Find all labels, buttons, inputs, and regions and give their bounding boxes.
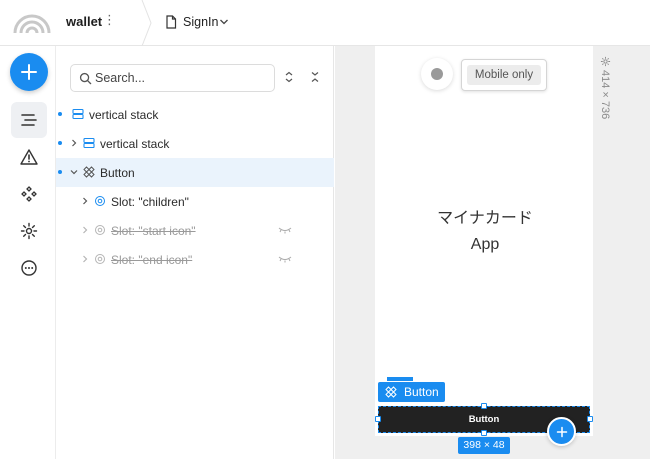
slot-icon — [95, 225, 105, 235]
app-title-line2: App — [470, 236, 500, 253]
components-tab[interactable] — [11, 176, 47, 212]
chevron-down-icon[interactable] — [219, 17, 229, 27]
gear-icon — [20, 222, 38, 240]
layers-icon — [21, 114, 37, 126]
stack-icon — [83, 137, 95, 149]
component-icon — [83, 166, 95, 178]
tree-row-label: vertical stack — [100, 137, 170, 151]
gear-icon — [600, 56, 611, 67]
mobile-only-label: Mobile only — [467, 65, 541, 85]
mobile-only-badge[interactable]: Mobile only — [461, 59, 547, 91]
insert-after-button[interactable] — [547, 417, 576, 446]
more-icon — [21, 260, 37, 276]
chevron-right-icon[interactable] — [81, 197, 89, 205]
warnings-tab[interactable] — [11, 139, 47, 175]
selection-drag-bar[interactable] — [387, 377, 413, 381]
selection-tag-label: Button — [404, 385, 439, 399]
plus-icon — [556, 426, 568, 438]
modified-dot — [58, 141, 62, 145]
device-size-indicator[interactable]: 414 × 736 — [599, 56, 615, 146]
layers-panel: vertical stack vertical stack Button — [56, 46, 334, 459]
tree-row[interactable]: Slot: "start icon" — [56, 216, 334, 245]
top-bar: wallet ⋮ SignIn — [0, 0, 650, 46]
design-canvas[interactable]: Mobile only マイナカード App 414 × 736 Button … — [335, 46, 650, 459]
layers-tab[interactable] — [11, 102, 47, 138]
avatar-placeholder[interactable] — [421, 58, 453, 90]
resize-handle-right[interactable] — [587, 416, 593, 422]
modified-dot — [58, 170, 62, 174]
tree-row[interactable]: Slot: "end icon" — [56, 245, 334, 274]
chevron-down-icon[interactable] — [70, 168, 78, 176]
device-size-label: 414 × 736 — [599, 70, 611, 120]
project-menu-icon[interactable]: ⋮ — [103, 12, 116, 28]
tree-row[interactable]: vertical stack — [56, 129, 334, 158]
chevron-right-icon[interactable] — [81, 255, 89, 263]
plus-icon — [21, 64, 37, 80]
left-rail — [0, 46, 56, 459]
app-logo[interactable] — [12, 7, 52, 37]
chevron-right-icon[interactable] — [70, 139, 78, 147]
page-selector[interactable]: SignIn — [183, 15, 218, 29]
modified-dot — [58, 112, 62, 116]
stack-icon — [72, 108, 84, 120]
slot-icon — [95, 254, 105, 264]
resize-handle-bottom[interactable] — [481, 430, 487, 436]
search-icon — [79, 72, 92, 85]
tree-row-selected[interactable]: Button — [56, 158, 334, 187]
search-input[interactable] — [95, 69, 265, 87]
warning-icon — [20, 149, 38, 165]
eye-closed-icon[interactable] — [278, 226, 292, 234]
component-icon — [385, 386, 397, 398]
tree-row[interactable]: vertical stack — [56, 100, 334, 129]
more-tab[interactable] — [11, 250, 47, 286]
breadcrumb-separator — [141, 0, 152, 46]
chevron-right-icon[interactable] — [81, 226, 89, 234]
project-name[interactable]: wallet — [66, 14, 102, 29]
eye-closed-icon[interactable] — [278, 255, 292, 263]
resize-handle-left[interactable] — [375, 416, 381, 422]
resize-handle-top[interactable] — [481, 403, 487, 409]
layer-search[interactable] — [70, 64, 275, 92]
tree-row-label: Slot: "start icon" — [111, 224, 196, 238]
add-element-button[interactable] — [10, 53, 48, 91]
tree-row-label: vertical stack — [89, 108, 159, 122]
settings-tab[interactable] — [11, 213, 47, 249]
components-icon — [21, 186, 37, 202]
tree-row-label: Slot: "children" — [111, 195, 189, 209]
slot-icon — [95, 196, 105, 206]
tree-row[interactable]: Slot: "children" — [56, 187, 334, 216]
app-title[interactable]: マイナカード App — [415, 206, 555, 258]
selection-tag[interactable]: Button — [378, 382, 445, 402]
page-file-icon — [166, 15, 177, 29]
collapse-all-icon[interactable] — [310, 71, 320, 83]
expand-all-icon[interactable] — [284, 71, 294, 83]
selection-size-label: 398 × 48 — [458, 437, 510, 454]
app-title-line1: マイナカード — [437, 210, 533, 227]
tree-row-label: Button — [100, 166, 135, 180]
tree-row-label: Slot: "end icon" — [111, 253, 193, 267]
